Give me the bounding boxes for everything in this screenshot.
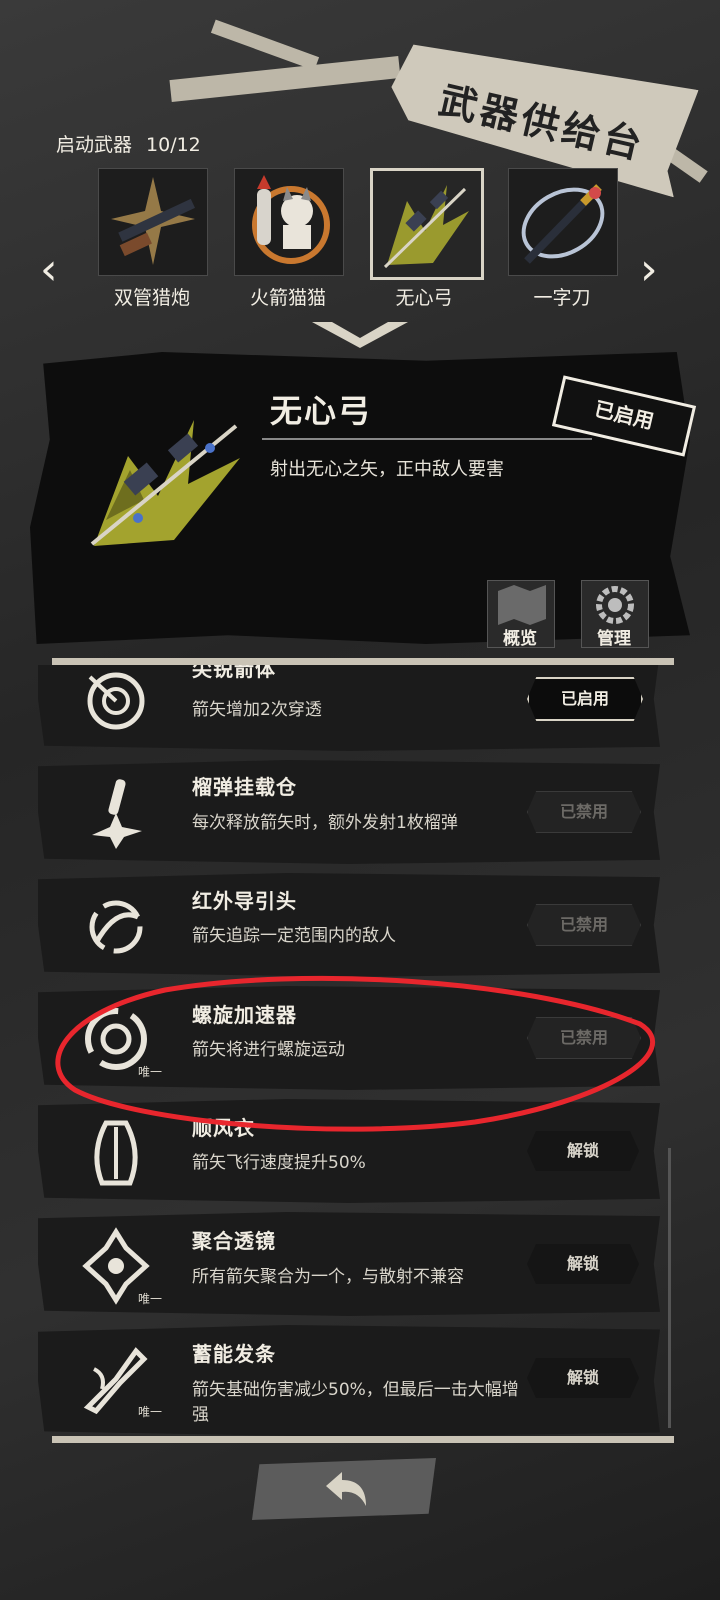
module-description: 箭矢基础伤害减少50%，但最后一击大幅增强 [192,1380,519,1425]
module-title: 蓄能发条 [192,1342,276,1366]
unique-tag: 唯一 [138,1405,163,1419]
module-title: 红外导引头 [192,889,297,913]
status-count: 10/12 [146,134,201,156]
module-unlock-button[interactable]: 解锁 [527,1131,639,1171]
module-enabled-button[interactable]: 已启用 [527,677,643,721]
chevron-left-icon[interactable]: ‹ [40,248,58,292]
weapon-card-0[interactable] [98,168,208,276]
weapon-card-3[interactable] [508,168,618,276]
module-description: 箭矢增加2次穿透 [192,700,322,720]
shotgun-icon [111,177,195,265]
module-title: 聚合透镜 [192,1229,276,1253]
weapon-name-2: 无心弓 [395,287,453,309]
grenade-icon [92,779,142,849]
rocket-cat-icon [252,175,330,264]
weapon-card-2[interactable] [370,168,484,280]
active-weapons-status: 启动武器 10/12 [56,130,215,157]
module-title: 榴弹挂载仓 [192,775,297,799]
module-description: 每次释放箭矢时，额外发射1枚榴弹 [192,813,458,833]
chevron-down-icon [312,322,408,348]
list-bottom-rail [52,1436,674,1443]
status-label: 启动武器 [56,134,133,156]
unique-tag: 唯一 [138,1292,163,1306]
katana-icon [521,184,605,264]
bow-large-icon [90,420,240,546]
module-description: 箭矢追踪一定范围内的敌人 [192,926,396,946]
list-scrollbar[interactable] [668,1148,671,1428]
module-description: 所有箭矢聚合为一个，与散射不兼容 [192,1267,464,1287]
homing-icon [89,900,143,954]
annotation-circle [55,975,656,1132]
module-title: 尖锐箭体 [192,665,276,681]
module-disabled-button[interactable]: 已禁用 [527,904,641,946]
weapon-card-1[interactable] [234,168,344,276]
weapon-detail-title: 无心弓 [270,392,373,430]
target-icon [87,672,145,730]
module-disabled-button[interactable]: 已禁用 [527,791,641,833]
weapon-detail-description: 射出无心之矢，正中敌人要害 [270,459,504,480]
divider [262,438,592,440]
weapon-name-0: 双管猎炮 [113,287,190,309]
list-top-rail [52,658,674,665]
map-icon [498,585,546,625]
gear-icon [596,586,634,624]
weapon-name-3: 一字刀 [533,287,591,309]
back-arrow-icon [326,1472,366,1506]
module-description: 箭矢飞行速度提升50% [192,1153,366,1173]
bow-icon [383,185,469,269]
module-unlock-button[interactable]: 解锁 [527,1358,639,1398]
module-unlock-button[interactable]: 解锁 [527,1244,639,1284]
weapon-name-1: 火箭猫猫 [249,287,326,309]
manage-label: 管理 [597,629,631,649]
overview-label: 概览 [503,629,537,649]
chevron-right-icon[interactable]: › [640,248,658,292]
